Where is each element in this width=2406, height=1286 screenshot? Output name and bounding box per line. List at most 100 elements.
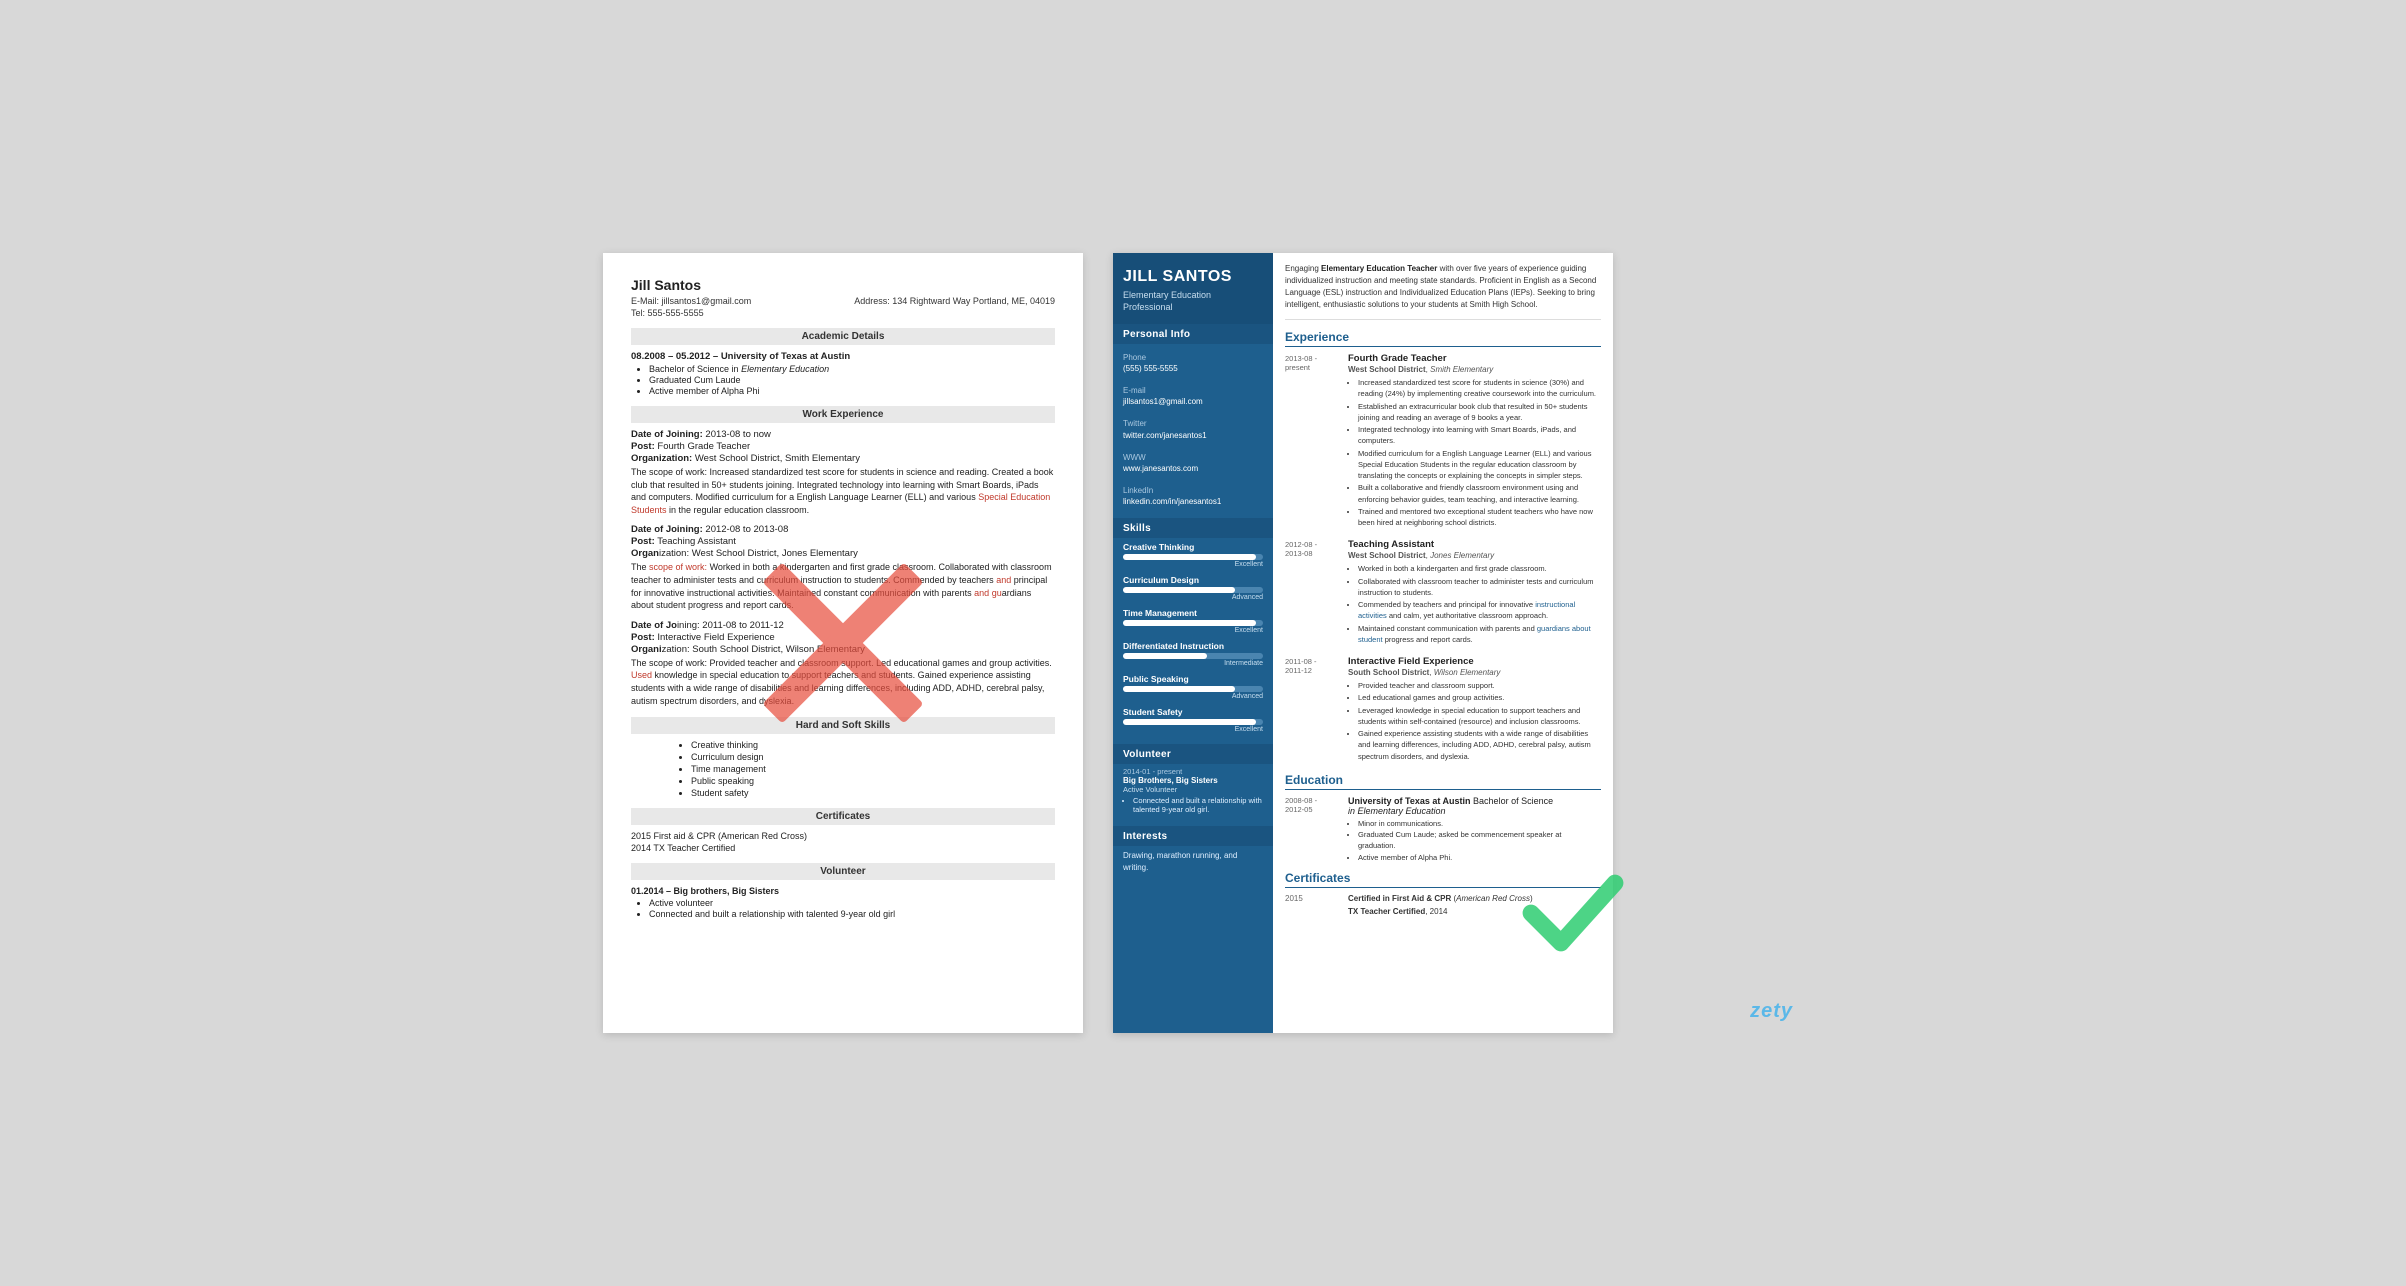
- cert1-text: Certified in First Aid & CPR (American R…: [1348, 894, 1601, 903]
- exp1-org: West School District, Smith Elementary: [1348, 365, 1601, 374]
- exp-entry-2: 2012-08 -2013-08 Teaching Assistant West…: [1285, 539, 1601, 646]
- vol-bullet: Connected and built a relationship with …: [1133, 796, 1263, 814]
- left-resume: Jill Santos E-Mail: jillsantos1@gmail.co…: [603, 253, 1083, 1033]
- skill-creative-thinking: Creative Thinking Excellent: [1113, 538, 1273, 571]
- skill-4: Public speaking: [691, 776, 1055, 786]
- edu-right-details: University of Texas at Austin Bachelor o…: [1348, 796, 1601, 863]
- skill-ps-level: Advanced: [1123, 693, 1263, 700]
- email-value: jillsantos1@gmail.com: [662, 296, 752, 306]
- skill-5: Student safety: [691, 788, 1055, 798]
- edu-right-school: University of Texas at Austin Bachelor o…: [1348, 796, 1601, 816]
- exp2-org: West School District, Jones Elementary: [1348, 551, 1601, 560]
- skill-curriculum-design: Curriculum Design Advanced: [1113, 571, 1273, 604]
- exp3-b1: Provided teacher and classroom support.: [1358, 680, 1601, 691]
- skill-time-management: Time Management Excellent: [1113, 604, 1273, 637]
- exp1-b3: Integrated technology into learning with…: [1358, 424, 1601, 447]
- volunteer-section-header: Volunteer: [631, 863, 1055, 880]
- vol-org: Big Brothers, Big Sisters: [1123, 776, 1263, 785]
- vol-bullets: Active volunteer Connected and built a r…: [631, 898, 1055, 919]
- vol-header: 01.2014 – Big brothers, Big Sisters: [631, 886, 1055, 896]
- cert-right-2: TX Teacher Certified, 2014: [1285, 907, 1601, 916]
- www-label: WWW: [1123, 452, 1263, 463]
- twitter-label: Twitter: [1123, 418, 1263, 429]
- sidebar-email-value: jillsantos1@gmail.com: [1123, 396, 1263, 407]
- vol-role: Active Volunteer: [1123, 785, 1263, 794]
- skill-ps-bar-fill: [1123, 686, 1235, 692]
- edu-right-bullets: Minor in communications. Graduated Cum L…: [1348, 818, 1601, 863]
- edu-degree: Bachelor of Science in Elementary Educat…: [649, 364, 1055, 374]
- edu-honors2: Active member of Alpha Phi: [649, 386, 1055, 396]
- skill-ss-bar-bg: [1123, 719, 1263, 725]
- linkedin-label: LinkedIn: [1123, 485, 1263, 496]
- exp1-b5: Built a collaborative and friendly class…: [1358, 482, 1601, 505]
- vol-bullet-1: Active volunteer: [649, 898, 1055, 908]
- cert-1: 2015 First aid & CPR (American Red Cross…: [631, 831, 1055, 841]
- exp1-date: 2013-08 -present: [1285, 353, 1340, 529]
- cert-2: 2014 TX Teacher Certified: [631, 843, 1055, 853]
- skill-ss-bar-fill: [1123, 719, 1256, 725]
- exp3-org: South School District, Wilson Elementary: [1348, 668, 1601, 677]
- sidebar-name: JILL SANTOS: [1123, 267, 1263, 286]
- exp1-b6: Trained and mentored two exceptional stu…: [1358, 506, 1601, 529]
- phone-item: Phone (555) 555-5555: [1113, 344, 1273, 377]
- sidebar-title: Elementary Education Professional: [1123, 290, 1263, 313]
- vol-bullets-sidebar: Connected and built a relationship with …: [1123, 796, 1263, 814]
- work1-post: Post: Fourth Grade Teacher: [631, 441, 1055, 452]
- cert1-year: 2015: [1285, 894, 1340, 903]
- exp2-date: 2012-08 -2013-08: [1285, 539, 1340, 646]
- volunteer-block: 01.2014 – Big brothers, Big Sisters Acti…: [631, 886, 1055, 919]
- exp2-b4: Maintained constant communication with p…: [1358, 623, 1601, 646]
- linkedin-value: linkedin.com/in/janesantos1: [1123, 496, 1263, 507]
- sidebar-vol-entry: 2014-01 - present Big Brothers, Big Sist…: [1113, 764, 1273, 818]
- skill-cd-bar-bg: [1123, 587, 1263, 593]
- personal-info-section: Personal Info: [1113, 324, 1273, 344]
- left-contact-row: E-Mail: jillsantos1@gmail.com Address: 1…: [631, 296, 1055, 306]
- summary: Engaging Elementary Education Teacher wi…: [1285, 263, 1601, 320]
- edu-r-b2: Graduated Cum Laude; asked be commenceme…: [1358, 829, 1601, 852]
- work2-date: Date of Joining: 2012-08 to 2013-08: [631, 524, 1055, 535]
- work3-org: Organization: South School District, Wil…: [631, 644, 1055, 655]
- cert2-text: TX Teacher Certified, 2014: [1348, 907, 1601, 916]
- exp3-date: 2011-08 -2011-12: [1285, 656, 1340, 763]
- exp2-b3: Commended by teachers and principal for …: [1358, 599, 1601, 622]
- cert-right-1: 2015 Certified in First Aid & CPR (Ameri…: [1285, 894, 1601, 903]
- skill-ct-level: Excellent: [1123, 561, 1263, 568]
- cert2-year: [1285, 907, 1340, 916]
- edu-date-uni: 08.2008 – 05.2012 – University of Texas …: [631, 351, 1055, 362]
- exp1-bullets: Increased standardized test score for st…: [1348, 377, 1601, 528]
- skill-tm-bar-fill: [1123, 620, 1256, 626]
- www-value: www.janesantos.com: [1123, 463, 1263, 474]
- skill-tm-name: Time Management: [1123, 608, 1263, 618]
- edu-r-b3: Active member of Alpha Phi.: [1358, 852, 1601, 863]
- twitter-value: twitter.com/janesantos1: [1123, 430, 1263, 441]
- exp3-b3: Leveraged knowledge in special education…: [1358, 705, 1601, 728]
- skill-differentiated: Differentiated Instruction Intermediate: [1113, 637, 1273, 670]
- twitter-item: Twitter twitter.com/janesantos1: [1113, 410, 1273, 443]
- skill-tm-bar-bg: [1123, 620, 1263, 626]
- edu-right-1: 2008-08 -2012-05 University of Texas at …: [1285, 796, 1601, 863]
- work-section-header: Work Experience: [631, 406, 1055, 423]
- exp1-b4: Modified curriculum for a English Langua…: [1358, 448, 1601, 482]
- skill-cd-name: Curriculum Design: [1123, 575, 1263, 585]
- exp3-details: Interactive Field Experience South Schoo…: [1348, 656, 1601, 763]
- exp3-b4: Gained experience assisting students wit…: [1358, 728, 1601, 762]
- sidebar-email-label: E-mail: [1123, 385, 1263, 396]
- email-label: E-Mail:: [631, 296, 659, 306]
- exp1-details: Fourth Grade Teacher West School Distric…: [1348, 353, 1601, 529]
- experience-section-title: Experience: [1285, 330, 1601, 347]
- exp3-bullets: Provided teacher and classroom support. …: [1348, 680, 1601, 762]
- exp2-b2: Collaborated with classroom teacher to a…: [1358, 576, 1601, 599]
- right-sidebar: JILL SANTOS Elementary Education Profess…: [1113, 253, 1273, 1033]
- left-address: Address: 134 Rightward Way Portland, ME,…: [854, 296, 1055, 306]
- skills-section-header: Hard and Soft Skills: [631, 717, 1055, 734]
- vol-bullet-2: Connected and built a relationship with …: [649, 909, 1055, 919]
- exp-entry-1: 2013-08 -present Fourth Grade Teacher We…: [1285, 353, 1601, 529]
- exp3-title: Interactive Field Experience: [1348, 656, 1601, 667]
- skill-student-safety: Student Safety Excellent: [1113, 703, 1273, 736]
- work1-date: Date of Joining: 2013-08 to now: [631, 429, 1055, 440]
- exp1-b2: Established an extracurricular book club…: [1358, 401, 1601, 424]
- phone-label: Phone: [1123, 352, 1263, 363]
- edu-bullets: Bachelor of Science in Elementary Educat…: [631, 364, 1055, 396]
- work-entry-3: Date of Joining: 2011-08 to 2011-12 Post…: [631, 620, 1055, 707]
- left-tel: Tel: 555-555-5555: [631, 308, 1055, 318]
